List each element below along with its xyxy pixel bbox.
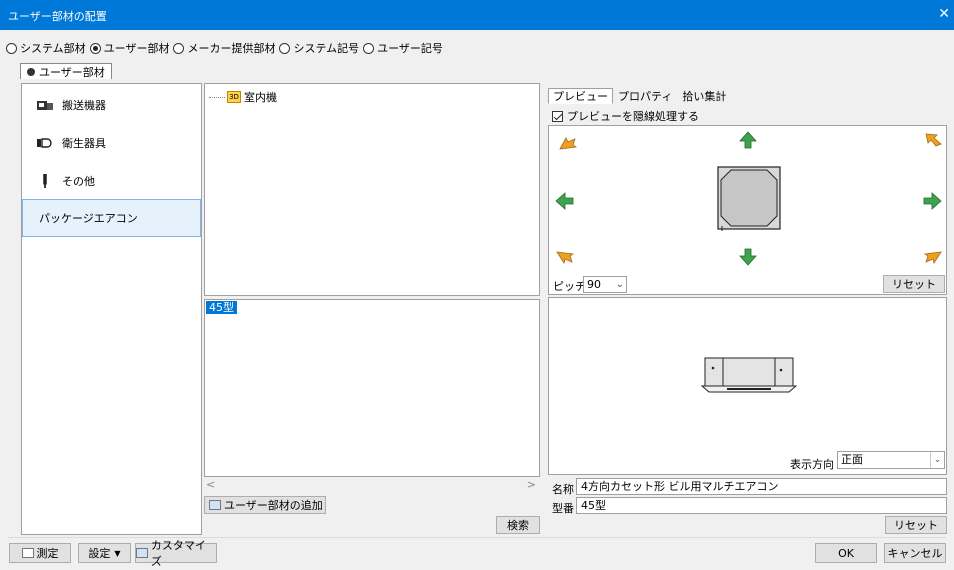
pitch-reset-button[interactable]: リセット — [883, 275, 945, 293]
horizontal-scrollbar[interactable]: < > — [204, 477, 540, 493]
field-reset-button[interactable]: リセット — [885, 516, 947, 534]
other-icon — [43, 174, 47, 188]
tab-preview[interactable]: プレビュー — [548, 88, 613, 104]
pitch-label: ピッチ — [553, 280, 586, 293]
rotate-left-icon[interactable] — [555, 192, 575, 210]
radio-circle[interactable] — [363, 42, 375, 54]
window-title: ユーザー部材の配置 — [8, 10, 107, 23]
rotate-down-left-icon[interactable] — [555, 248, 575, 266]
chevron-down-icon: ⌄ — [930, 452, 944, 468]
settings-button[interactable]: 設定 ▼ — [78, 543, 131, 563]
tab-properties[interactable]: プロパティ — [613, 88, 677, 104]
radio-system-parts[interactable]: システム部材 — [6, 40, 86, 56]
cancel-button[interactable]: キャンセル — [884, 543, 946, 563]
tab-user-parts[interactable]: ユーザー部材 — [20, 63, 112, 79]
right-tab-bar: プレビュー プロパティ 拾い集計 — [548, 88, 731, 104]
parts-tree: 3D 室内機 — [204, 83, 540, 296]
tab-takeoff[interactable]: 拾い集計 — [677, 88, 731, 104]
title-bar: ユーザー部材の配置 ✕ — [0, 0, 954, 30]
rotate-up-left-icon[interactable] — [558, 135, 578, 153]
radio-circle[interactable] — [279, 42, 291, 54]
radio-system-symbols[interactable]: システム記号 — [279, 40, 359, 56]
hidden-line-checkbox[interactable] — [552, 110, 563, 122]
radio-user-parts[interactable]: ユーザー部材 — [89, 40, 169, 56]
aircon-front-preview — [701, 357, 797, 393]
tree-connector — [209, 96, 225, 98]
customize-icon — [136, 548, 148, 558]
rotate-right-icon[interactable] — [922, 192, 942, 210]
display-direction-select[interactable]: 正面 ⌄ — [837, 451, 945, 469]
customize-button[interactable]: カスタマイズ — [135, 539, 217, 568]
name-field[interactable]: 4方向カセット形 ビル用マルチエアコン — [576, 478, 947, 495]
add-user-part-button[interactable]: ユーザー部材の追加 — [204, 496, 326, 514]
category-item-package-aircon[interactable]: パッケージエアコン — [22, 199, 201, 237]
divider — [8, 537, 946, 538]
rotate-up-right-icon[interactable] — [923, 131, 943, 149]
list-item[interactable]: 45型 — [206, 301, 237, 314]
sanitary-icon — [37, 138, 52, 148]
add-part-icon — [209, 500, 221, 510]
rotate-down-icon[interactable] — [738, 248, 758, 266]
hidden-line-option[interactable]: プレビューを隠線処理する — [552, 108, 699, 124]
rotate-up-icon[interactable] — [738, 131, 758, 149]
search-button[interactable]: 検索 — [496, 516, 540, 534]
scroll-left-icon[interactable]: < — [206, 478, 215, 491]
category-item-other[interactable]: その他 — [22, 162, 201, 200]
measure-button[interactable]: 測定 — [9, 543, 71, 563]
measure-icon — [21, 548, 34, 558]
rotate-down-right-icon[interactable] — [923, 248, 943, 266]
tree-node-indoor-unit[interactable]: 3D 室内機 — [209, 89, 277, 105]
scroll-right-icon[interactable]: > — [527, 478, 536, 491]
pitch-select[interactable]: 90 ⌄ — [583, 276, 627, 293]
name-label: 名称 — [552, 483, 574, 496]
category-item-conveyor[interactable]: 搬送機器 — [22, 86, 201, 124]
conveyor-icon — [37, 101, 53, 110]
radio-circle[interactable] — [173, 42, 185, 54]
chevron-down-icon: ⌄ — [615, 279, 624, 290]
radio-maker-parts[interactable]: メーカー提供部材 — [173, 40, 275, 56]
radio-circle[interactable] — [6, 42, 17, 54]
user-parts-icon — [27, 67, 35, 76]
aircon-3d-preview — [717, 166, 781, 231]
3d-model-icon: 3D — [227, 91, 241, 103]
radio-user-symbols[interactable]: ユーザー記号 — [363, 40, 443, 56]
close-icon[interactable]: ✕ — [938, 6, 950, 22]
source-radio-group: システム部材 ユーザー部材 メーカー提供部材 システム記号 ユーザー記号 — [6, 40, 447, 56]
radio-circle[interactable] — [89, 42, 101, 54]
preview-3d-panel — [548, 125, 947, 295]
category-list: 搬送機器 衛生器具 その他 パッケージエアコン — [21, 83, 202, 535]
display-direction-label: 表示方向 — [790, 458, 834, 471]
model-list: 45型 — [204, 299, 540, 477]
model-label: 型番 — [552, 502, 574, 515]
model-field[interactable]: 45型 — [576, 497, 947, 514]
category-item-sanitary[interactable]: 衛生器具 — [22, 124, 201, 162]
preview-front-panel — [548, 297, 947, 475]
ok-button[interactable]: OK — [815, 543, 877, 563]
chevron-down-icon: ▼ — [114, 548, 121, 558]
